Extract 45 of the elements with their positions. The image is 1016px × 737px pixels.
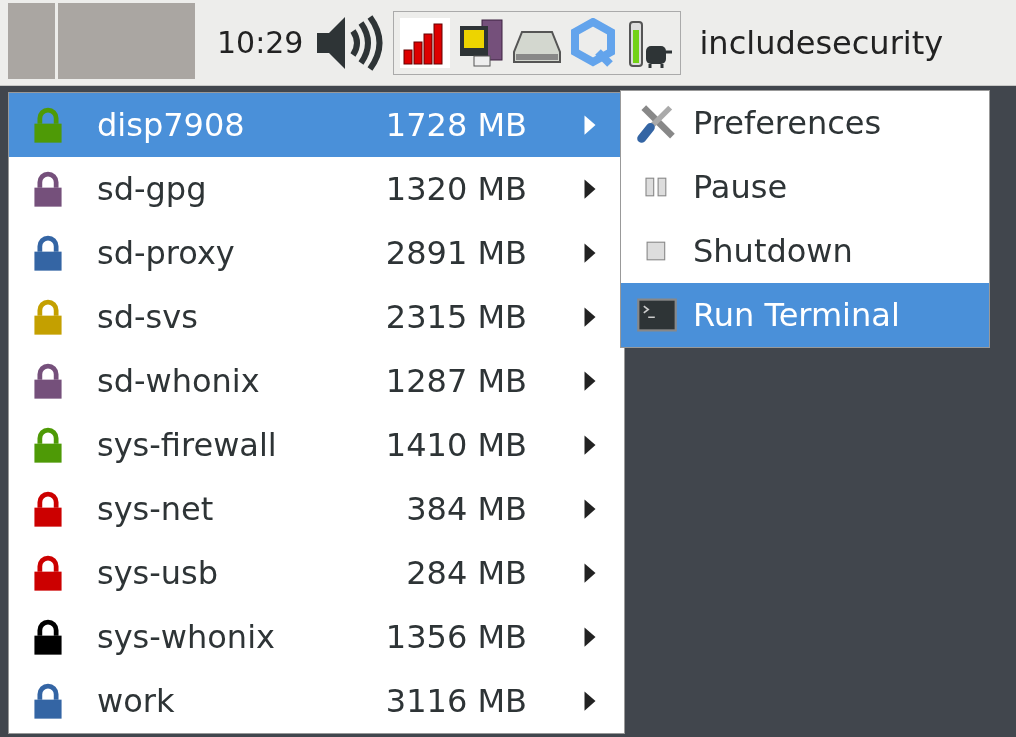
qube-name: sd-svs	[97, 298, 199, 336]
qube-name: sd-proxy	[97, 234, 236, 272]
qube-menu-item[interactable]: sys-whonix 1356 MB	[9, 605, 624, 669]
submenu-item[interactable]: Shutdown	[621, 219, 989, 283]
submenu-arrow-icon	[583, 114, 597, 136]
qube-menu-item[interactable]: sys-firewall 1410 MB	[9, 413, 624, 477]
qube-menu-item[interactable]: sd-whonix 1287 MB	[9, 349, 624, 413]
qube-name: sys-firewall	[97, 426, 278, 464]
qube-menu-item[interactable]: work 3116 MB	[9, 669, 624, 733]
submenu-item[interactable]: Preferences	[621, 91, 989, 155]
submenu-arrow-icon	[583, 498, 597, 520]
submenu-item[interactable]: Pause	[621, 155, 989, 219]
submenu-arrow-icon	[583, 370, 597, 392]
qube-name: work	[97, 682, 176, 720]
qube-menu-item[interactable]: sd-proxy 2891 MB	[9, 221, 624, 285]
submenu-arrow-icon	[583, 690, 597, 712]
memory-usage: 1410 MB	[384, 426, 527, 464]
submenu-arrow-icon	[583, 562, 597, 584]
user-name[interactable]: includesecurity	[699, 23, 944, 62]
submenu-arrow-icon	[583, 242, 597, 264]
qube-name: sd-whonix	[97, 362, 261, 400]
submenu-arrow-icon	[583, 178, 597, 200]
qube-name: sys-whonix	[97, 618, 276, 656]
memory-usage: 384 MB	[405, 490, 527, 528]
qube-name: sys-net	[97, 490, 215, 528]
clock: 10:29	[217, 25, 304, 60]
memory-usage: 3116 MB	[384, 682, 527, 720]
qube-menu-item[interactable]: sys-usb 284 MB	[9, 541, 624, 605]
signal-icon[interactable]	[400, 17, 451, 68]
qube-menu-item[interactable]: sd-svs 2315 MB	[9, 285, 624, 349]
submenu-arrow-icon	[583, 306, 597, 328]
memory-usage: 1287 MB	[384, 362, 527, 400]
qube-name: sys-usb	[97, 554, 220, 592]
memory-usage: 1728 MB	[384, 106, 527, 144]
qube-menu-item[interactable]: sd-gpg 1320 MB	[9, 157, 624, 221]
memory-usage: 1320 MB	[384, 170, 527, 208]
memory-usage: 284 MB	[405, 554, 527, 592]
submenu-arrow-icon	[583, 434, 597, 456]
memory-usage: 1356 MB	[384, 618, 527, 656]
qube-name: sd-gpg	[97, 170, 208, 208]
qube-name: disp7908	[97, 106, 246, 144]
qube-menu-item[interactable]: sys-net 384 MB	[9, 477, 624, 541]
memory-usage: 2891 MB	[384, 234, 527, 272]
submenu-arrow-icon	[583, 626, 597, 648]
memory-usage: 2315 MB	[384, 298, 527, 336]
